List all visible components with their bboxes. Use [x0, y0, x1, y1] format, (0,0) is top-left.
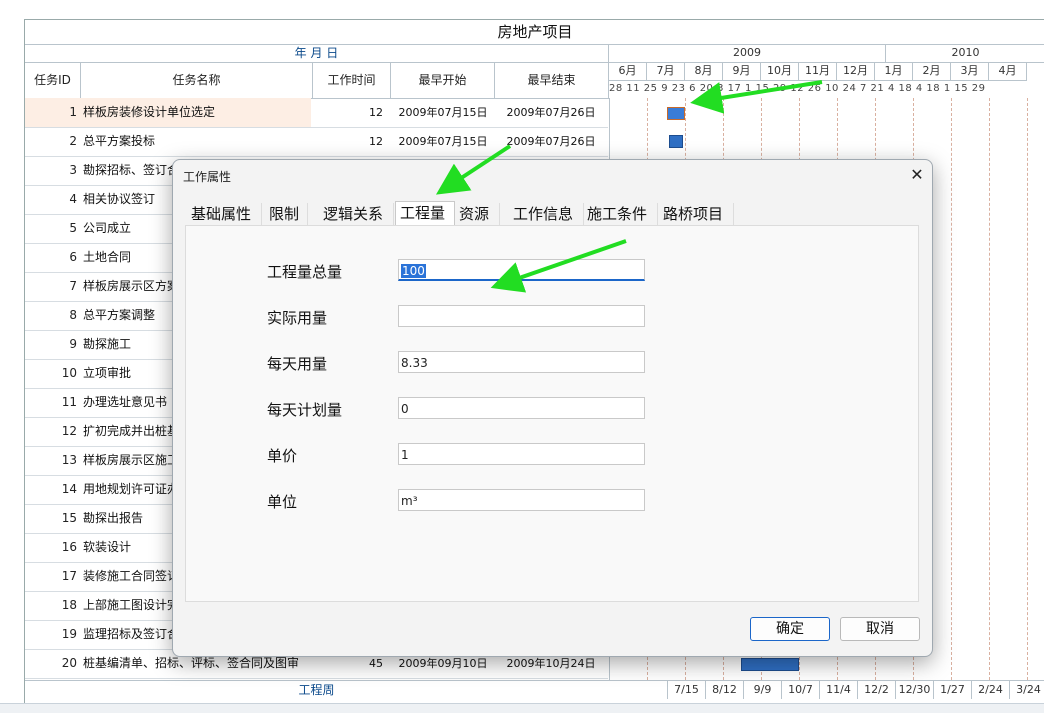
total-quantity-value: 100	[401, 264, 426, 278]
field-label-actual-usage: 实际用量	[267, 309, 328, 327]
table-row[interactable]: 1 样板房装修设计单位选定 12 2009年07月15日 2009年07月26日	[25, 98, 608, 128]
task-id: 18	[61, 598, 77, 612]
month-header: 12月	[837, 62, 875, 81]
task-id: 8	[69, 308, 77, 322]
timeline-gridline	[1027, 98, 1028, 680]
task-id: 2	[69, 134, 77, 148]
task-end: 2009年07月26日	[506, 106, 596, 119]
column-header-duration[interactable]: 工作时间	[313, 62, 391, 99]
task-id: 20	[61, 656, 77, 670]
month-header: 9月	[723, 62, 761, 81]
date-header: 年 月 日	[25, 44, 609, 63]
week-tick: 11/4	[819, 681, 857, 699]
actual-usage-input[interactable]	[398, 305, 645, 327]
task-id: 9	[69, 337, 77, 351]
field-label-total-quantity: 工程量总量	[267, 263, 343, 281]
tab-resources[interactable]: 资源	[455, 203, 500, 225]
week-tick: 12/30	[895, 681, 933, 699]
week-tick: 9/9	[743, 681, 781, 699]
week-tick: 12/2	[857, 681, 895, 699]
month-header: 2月	[913, 62, 951, 81]
gantt-bar-task-2[interactable]	[669, 135, 683, 148]
task-duration: 12	[369, 135, 383, 148]
month-header: 3月	[951, 62, 989, 81]
task-id: 4	[69, 192, 77, 206]
day-header-row: 28 11 25 9 23 6 20 3 17 1 15 29 12 26 10…	[609, 83, 986, 94]
month-header: 6月	[609, 62, 647, 81]
timeline-gridline	[951, 98, 952, 680]
task-id: 15	[61, 511, 77, 525]
week-footer-label: 工程周	[298, 683, 335, 697]
month-header: 8月	[685, 62, 723, 81]
daily-usage-input[interactable]: 8.33	[398, 351, 645, 373]
week-footer-row: 工程周 7/15 8/12 9/9 10/7 11/4 12/2 12/30 1/27 2/24…	[25, 680, 1044, 699]
tab-work-info[interactable]: 工作信息	[509, 203, 584, 225]
task-end: 2009年07月26日	[506, 135, 596, 148]
timeline-gridline	[989, 98, 990, 680]
field-label-daily-planned: 每天计划量	[267, 401, 343, 419]
year-header-2009: 2009	[609, 44, 886, 63]
week-tick: 1/27	[933, 681, 971, 699]
task-id: 13	[61, 453, 77, 467]
column-header-end[interactable]: 最早结束	[495, 62, 609, 99]
task-name[interactable]: 样板房装修设计单位选定	[83, 98, 313, 127]
work-properties-dialog: 工作属性 ✕ 基础属性 限制 逻辑关系 工程量 资源 工作信息 施工条件 路桥项…	[172, 159, 933, 657]
task-id: 14	[61, 482, 77, 496]
column-header-start[interactable]: 最早开始	[391, 62, 495, 99]
month-header: 10月	[761, 62, 799, 81]
task-id: 16	[61, 540, 77, 554]
month-header: 1月	[875, 62, 913, 81]
dialog-title: 工作属性	[183, 170, 232, 184]
project-title: 房地产项目	[25, 20, 1044, 45]
task-duration: 12	[369, 106, 383, 119]
month-header: 4月	[989, 62, 1027, 81]
task-id: 11	[61, 395, 77, 409]
task-id: 17	[61, 569, 77, 583]
tab-logic-relations[interactable]: 逻辑关系	[319, 203, 394, 225]
quantity-panel: 工程量总量 100 实际用量 每天用量 8.33 每天计划量 0 单价 1 单位…	[185, 225, 919, 602]
tab-quantity[interactable]: 工程量	[395, 201, 455, 226]
gantt-bar-task-20[interactable]	[741, 658, 799, 671]
table-row[interactable]: 2 总平方案投标 12 2009年07月15日 2009年07月26日	[25, 127, 608, 157]
tab-construction-conditions[interactable]: 施工条件	[583, 203, 658, 225]
field-label-unit-price: 单价	[267, 447, 298, 465]
ok-button[interactable]: 确定	[750, 617, 830, 641]
week-tick: 8/12	[705, 681, 743, 699]
task-id: 19	[61, 627, 77, 641]
tab-constraints[interactable]: 限制	[265, 203, 308, 225]
task-id: 10	[61, 366, 77, 380]
cancel-button[interactable]: 取消	[840, 617, 920, 641]
week-tick: 10/7	[781, 681, 819, 699]
column-header-name[interactable]: 任务名称	[81, 62, 313, 99]
unit-input[interactable]: m³	[398, 489, 645, 511]
task-start: 2009年07月15日	[398, 106, 488, 119]
tab-road-bridge-items[interactable]: 路桥项目	[659, 203, 734, 225]
total-quantity-input[interactable]: 100	[398, 259, 645, 281]
field-label-unit: 单位	[267, 493, 298, 511]
task-id: 5	[69, 221, 77, 235]
task-id: 12	[61, 424, 77, 438]
column-header-id[interactable]: 任务ID	[25, 62, 81, 99]
week-tick: 3/24	[1009, 681, 1044, 699]
week-tick: 2/24	[971, 681, 1009, 699]
week-tick: 7/15	[667, 681, 705, 699]
close-icon[interactable]: ✕	[907, 165, 927, 185]
unit-price-input[interactable]: 1	[398, 443, 645, 465]
month-header: 11月	[799, 62, 837, 81]
daily-planned-input[interactable]: 0	[398, 397, 645, 419]
year-header-2010: 2010	[886, 44, 1044, 63]
field-label-daily-usage: 每天用量	[267, 355, 328, 373]
tab-basic-properties[interactable]: 基础属性	[187, 203, 262, 225]
task-start: 2009年07月15日	[398, 135, 488, 148]
month-header: 7月	[647, 62, 685, 81]
task-id: 3	[69, 163, 77, 177]
task-name[interactable]: 总平方案投标	[83, 127, 313, 156]
task-id: 1	[69, 105, 77, 119]
gantt-bar-task-1[interactable]	[667, 107, 685, 120]
task-id: 6	[69, 250, 77, 264]
task-id: 7	[69, 279, 77, 293]
